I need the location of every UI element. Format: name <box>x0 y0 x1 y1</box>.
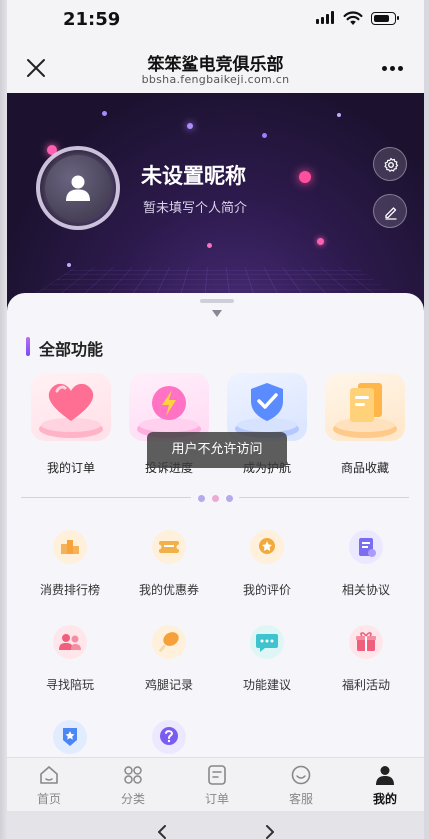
nav-bar: 笨笨鲨电竞俱乐部 bbsha.fengbaikeji.com.cn <box>7 40 424 93</box>
edit-profile-button[interactable] <box>373 194 407 228</box>
grid-label: 消费排行榜 <box>39 583 100 597</box>
tab-home[interactable]: 首页 <box>7 758 91 812</box>
page-title: 笨笨鲨电竞俱乐部 <box>147 55 284 75</box>
forward-arrow-icon[interactable] <box>264 825 276 839</box>
tile-product-favorites[interactable] <box>325 373 405 441</box>
hero-glow-dot <box>262 133 267 138</box>
toast-message: 用户不允许访问 <box>147 432 287 468</box>
people-icon[interactable] <box>53 625 87 659</box>
star-badge-icon[interactable] <box>53 720 87 754</box>
status-bar: 21:59 <box>7 0 424 40</box>
profile-nickname[interactable]: 未设置昵称 <box>141 160 246 190</box>
document-stack-icon <box>333 383 397 438</box>
hero-glow-dot <box>187 123 193 129</box>
grid-label: 鸡腿记录 <box>144 678 193 692</box>
tab-mine[interactable]: 我的 <box>343 758 427 812</box>
heart-icon <box>39 383 103 438</box>
status-time: 21:59 <box>63 9 121 30</box>
drumstick-icon[interactable] <box>152 625 186 659</box>
app-screen: 21:59 笨笨鲨电竞俱乐部 bbsha.fengbaikeji.com.cn <box>0 0 429 839</box>
home-icon <box>40 766 58 784</box>
tab-label: 订单 <box>204 792 229 806</box>
browser-nav-bar <box>7 811 424 839</box>
shield-check-icon <box>235 383 299 438</box>
question-icon[interactable] <box>152 720 186 754</box>
tile-become-escort[interactable] <box>227 373 307 441</box>
grid-label: 福利活动 <box>341 678 390 692</box>
tile-my-orders[interactable] <box>31 373 111 441</box>
hero-glow-dot <box>317 238 324 245</box>
tab-label: 分类 <box>120 792 145 806</box>
collapse-arrow-icon[interactable] <box>212 310 222 317</box>
agreement-icon[interactable] <box>349 530 383 564</box>
chat-bubble-icon[interactable] <box>250 625 284 659</box>
settings-button[interactable] <box>373 147 407 181</box>
tab-category[interactable]: 分类 <box>91 758 175 812</box>
profile-header: 未设置昵称 暂未填写个人简介 <box>7 93 424 313</box>
order-icon <box>208 765 226 785</box>
cellular-signal-icon <box>316 11 336 24</box>
hero-glow-dot <box>337 113 341 117</box>
service-icon <box>291 765 311 785</box>
grid-label: 相关协议 <box>341 583 390 597</box>
pencil-icon <box>385 207 397 220</box>
lightning-icon <box>137 386 201 438</box>
divider-left <box>21 497 191 498</box>
gift-icon[interactable] <box>349 625 383 659</box>
tab-label: 首页 <box>36 792 61 806</box>
grid-label: 寻找陪玩 <box>45 678 94 692</box>
tab-label: 我的 <box>372 792 397 806</box>
avatar[interactable] <box>45 155 111 221</box>
battery-icon <box>371 12 399 25</box>
grid-label: 功能建议 <box>242 678 291 692</box>
review-icon[interactable] <box>250 530 284 564</box>
page-indicator-dot[interactable] <box>198 495 205 502</box>
category-icon <box>124 766 142 784</box>
window-edge-right <box>424 0 429 839</box>
grid-label: 我的评价 <box>242 583 291 597</box>
bottom-tab-bar: 首页 分类 订单 客服 我的 <box>7 757 424 811</box>
divider-right <box>239 497 409 498</box>
window-edge-left <box>0 0 7 839</box>
hero-glow-dot <box>299 171 311 183</box>
wifi-icon <box>343 11 363 25</box>
tab-label: 客服 <box>288 792 313 806</box>
back-arrow-icon[interactable] <box>156 825 168 839</box>
section-title: 全部功能 <box>39 340 104 359</box>
tile-label: 商品收藏 <box>340 461 389 475</box>
section-accent-bar <box>26 337 30 356</box>
grid-label: 我的优惠券 <box>138 583 199 597</box>
gear-icon <box>384 157 399 172</box>
more-menu-icon[interactable] <box>382 66 404 72</box>
page-indicator-dot[interactable] <box>212 495 219 502</box>
sheet-handle[interactable] <box>200 299 234 303</box>
page-domain: bbsha.fengbaikeji.com.cn <box>141 73 290 86</box>
podium-icon[interactable] <box>53 530 87 564</box>
hero-glow-dot <box>67 263 71 267</box>
tile-label: 我的订单 <box>46 461 95 475</box>
user-silhouette-icon <box>66 175 90 201</box>
coupon-icon[interactable] <box>152 530 186 564</box>
hero-glow-dot <box>102 111 107 116</box>
features-panel: 全部功能 我的订单 投诉进度 成为护航 商品收藏 消费排行榜 我的优惠券 我的评… <box>7 293 424 763</box>
hero-glow-dot <box>207 243 212 248</box>
tab-customer-service[interactable]: 客服 <box>259 758 343 812</box>
profile-bio[interactable]: 暂未填写个人简介 <box>143 197 247 216</box>
tab-orders[interactable]: 订单 <box>175 758 259 812</box>
tile-complaint-progress[interactable] <box>129 373 209 441</box>
user-icon <box>376 766 394 785</box>
page-indicator-dot[interactable] <box>226 495 233 502</box>
